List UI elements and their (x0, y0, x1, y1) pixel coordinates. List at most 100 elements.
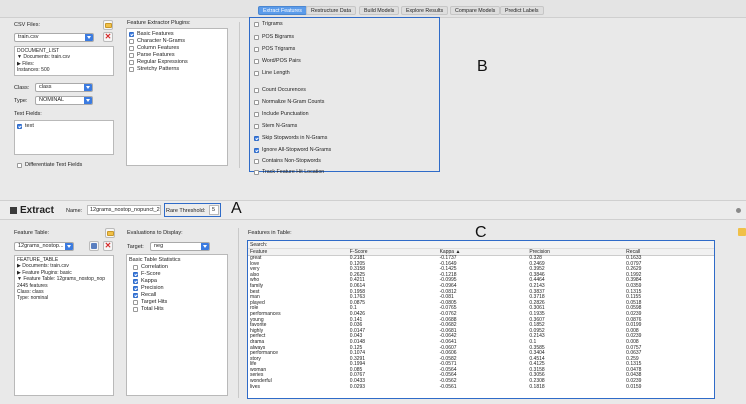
tab-extract-features[interactable]: Extract Features (258, 6, 307, 15)
option-track-feature-hit-location[interactable]: Track Feature Hit Location (254, 168, 324, 176)
panel-splitter[interactable] (238, 228, 239, 398)
checkbox[interactable] (133, 265, 138, 270)
option-include-punctuation[interactable]: Include Punctuation (254, 110, 309, 118)
option-normalize-ngram-counts[interactable]: Normalize N-Gram Counts (254, 98, 324, 106)
checkbox[interactable] (254, 58, 259, 64)
plugin-character-ngrams[interactable]: Character N-Grams (129, 38, 225, 45)
rare-threshold-input[interactable]: 5 (209, 205, 219, 215)
option-ignore-all-stopword[interactable]: Ignore All-Stopword N-Grams (254, 146, 331, 154)
checkbox[interactable] (129, 46, 134, 51)
checkbox[interactable] (133, 272, 138, 277)
eval-total-hits[interactable]: Total Hits (129, 306, 225, 313)
checkbox[interactable] (17, 163, 22, 168)
checkbox[interactable] (254, 135, 259, 141)
checkbox[interactable] (133, 279, 138, 284)
checkbox[interactable] (254, 158, 259, 164)
features-table: Feature F-Score Kappa ▲ Precision Recall… (248, 249, 714, 390)
type-label: Type: (14, 98, 28, 104)
checkbox[interactable] (254, 70, 259, 76)
option-pos-bigrams[interactable]: POS Bigrams (254, 33, 294, 41)
checkbox[interactable] (254, 111, 259, 117)
feature-table-label: Feature Table: (14, 230, 50, 236)
remove-file-button[interactable]: ✕ (103, 32, 113, 42)
open-table-button[interactable] (105, 228, 115, 238)
checkbox[interactable] (129, 67, 134, 72)
option-contains-non-stopwords[interactable]: Contains Non-Stopwords (254, 157, 321, 165)
eval-kappa[interactable]: Kappa (129, 278, 225, 285)
tab-compare-models[interactable]: Compare Models (450, 6, 501, 15)
plugin-basic-features[interactable]: Basic Features (129, 31, 225, 38)
target-select[interactable]: neg (150, 242, 210, 251)
checkbox[interactable] (133, 300, 138, 305)
eval-recall[interactable]: Recall (129, 292, 225, 299)
annotation-a: A (231, 200, 242, 217)
feature-table-select[interactable]: 12grams_nostop... (14, 242, 74, 251)
checkbox[interactable] (254, 99, 259, 105)
tab-build-models[interactable]: Build Models (359, 6, 400, 15)
open-folder-button[interactable] (103, 20, 113, 30)
text-field-item[interactable]: text (17, 123, 111, 130)
chevron-down-icon (201, 243, 209, 250)
csv-file-select[interactable]: train.csv (14, 33, 94, 42)
plugin-regular-expressions[interactable]: Regular Expressions (129, 59, 225, 66)
evaluations-list: Basic Table Statistics Correlation F-Sco… (126, 254, 228, 396)
save-table-button[interactable] (89, 241, 99, 251)
tree-node: Instances: 500 (17, 67, 50, 74)
option-count-occurences[interactable]: Count Occurences (254, 86, 306, 94)
checkbox[interactable] (129, 32, 134, 37)
option-stem-ngrams[interactable]: Stem N-Grams (254, 122, 297, 130)
eval-correlation[interactable]: Correlation (129, 264, 225, 271)
class-select[interactable]: class (35, 83, 93, 92)
plugin-stretchy-patterns[interactable]: Stretchy Patterns (129, 66, 225, 73)
table-row[interactable]: lives 0.0293 -0.0561 0.1818 0.0159 (248, 383, 714, 391)
eval-fscore[interactable]: F-Score (129, 271, 225, 278)
eval-group-basic: Basic Table Statistics (129, 257, 181, 263)
close-icon: ✕ (104, 241, 112, 250)
eval-precision[interactable]: Precision (129, 285, 225, 292)
chevron-down-icon (84, 97, 92, 104)
feature-table-tree: FEATURE_TABLE ▶ Documents: train.csv ▶ F… (14, 255, 114, 396)
scroll-right-icon[interactable] (738, 228, 746, 236)
search-bar: Search: (248, 241, 714, 249)
text-fields-label: Text Fields: (14, 111, 42, 117)
checkbox[interactable] (254, 169, 259, 175)
checkbox[interactable] (254, 123, 259, 129)
option-skip-stopwords[interactable]: Skip Stopwords in N-Grams (254, 134, 327, 142)
checkbox[interactable] (254, 46, 259, 52)
tab-predict-labels[interactable]: Predict Labels (500, 6, 544, 15)
search-input[interactable] (270, 242, 370, 247)
checkbox[interactable] (254, 147, 259, 153)
plugin-column-features[interactable]: Column Features (129, 45, 225, 52)
checkbox[interactable] (133, 307, 138, 312)
checkbox[interactable] (133, 293, 138, 298)
remove-table-button[interactable]: ✕ (103, 241, 113, 251)
checkbox[interactable] (133, 286, 138, 291)
checkbox[interactable] (254, 34, 259, 40)
table-cell: lives (250, 383, 261, 390)
checkbox[interactable] (129, 60, 134, 65)
target-label: Target: (127, 244, 144, 250)
option-pos-trigrams[interactable]: POS Trigrams (254, 45, 295, 53)
option-line-length[interactable]: Line Length (254, 69, 290, 77)
text-fields-list: text (14, 120, 114, 155)
tree-node[interactable]: ▼ Feature Table: 12grams_nostop_nop (17, 276, 111, 282)
extract-icon (10, 207, 17, 214)
differentiate-text-fields[interactable]: Differentiate Text Fields (17, 162, 82, 169)
plugin-parse-features[interactable]: Parse Features (129, 52, 225, 59)
name-input[interactable]: 12grams_nostop_nopunct_2 (87, 205, 161, 215)
extract-button[interactable]: Extract (10, 204, 54, 217)
type-select[interactable]: NOMINAL (35, 96, 93, 105)
tab-restructure-data[interactable]: Restructure Data (306, 6, 357, 15)
checkbox[interactable] (254, 21, 259, 27)
tab-explore-results[interactable]: Explore Results (401, 6, 449, 15)
checkbox[interactable] (17, 124, 22, 129)
option-trigrams[interactable]: Trigrams (254, 20, 283, 28)
eval-target-hits[interactable]: Target Hits (129, 299, 225, 306)
panel-splitter[interactable] (239, 22, 240, 168)
checkbox[interactable] (129, 53, 134, 58)
option-word-pos-pairs[interactable]: Word/POS Pairs (254, 57, 301, 65)
evaluations-label: Evaluations to Display: (127, 230, 183, 236)
folder-icon (107, 231, 114, 236)
checkbox[interactable] (129, 39, 134, 44)
checkbox[interactable] (254, 87, 259, 93)
